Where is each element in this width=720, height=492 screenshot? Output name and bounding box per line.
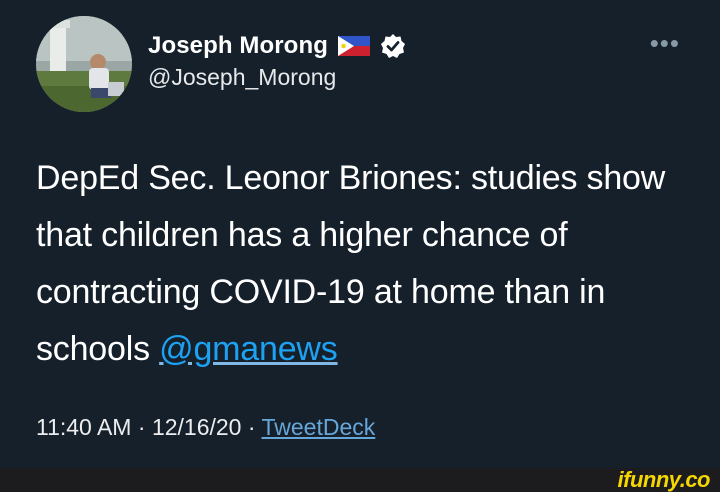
ifunny-watermark-logo: ifunny.co <box>617 467 711 492</box>
more-options-icon[interactable]: ••• <box>650 28 680 59</box>
mention-link[interactable]: @gmanews <box>159 330 338 368</box>
tweet-time[interactable]: 11:40 AM <box>36 414 131 440</box>
tweet-source-link[interactable]: TweetDeck <box>262 414 376 440</box>
tweet-text: DepEd Sec. Leonor Briones: studies show … <box>36 150 686 378</box>
tweet-date[interactable]: 12/16/20 <box>152 414 242 440</box>
user-name-row: Joseph Morong <box>148 30 406 62</box>
verified-badge-icon <box>380 34 405 58</box>
tweet-metadata: 11:40 AM · 12/16/20 · TweetDeck <box>36 414 375 441</box>
watermark-bar <box>0 468 720 492</box>
user-handle[interactable]: @Joseph_Morong <box>148 64 336 91</box>
avatar[interactable] <box>36 16 132 112</box>
meta-separator: · <box>241 414 262 440</box>
tweet-text-content: DepEd Sec. Leonor Briones: studies show … <box>36 159 666 368</box>
tweet-card: Joseph Morong @Joseph_Morong ••• DepEd S… <box>0 0 720 468</box>
philippines-flag-icon <box>337 36 370 56</box>
display-name[interactable]: Joseph Morong <box>148 32 328 60</box>
meta-separator: · <box>131 414 152 440</box>
